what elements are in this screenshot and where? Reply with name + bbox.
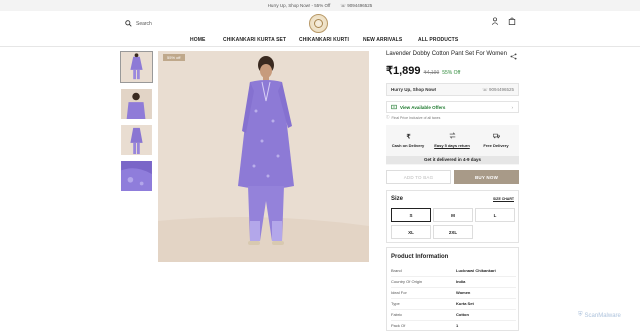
size-option-s[interactable]: S: [391, 208, 431, 222]
info-row: Type Kurta Set: [391, 299, 516, 310]
size-option-m[interactable]: M: [433, 208, 473, 222]
info-row: Pack Of 1: [391, 321, 516, 331]
feature-cod: ₹ Cash on Delivery: [391, 133, 425, 148]
search-icon: [125, 20, 132, 27]
thumbnail-3[interactable]: [120, 124, 153, 156]
nav-all-products[interactable]: ALL PRODUCTS: [418, 37, 458, 43]
info-row: Fabric Cotton: [391, 310, 516, 321]
hurry-text: Hurry Up, Shop Now!: [391, 87, 437, 92]
available-offers-toggle[interactable]: View Available Offers ›: [386, 101, 519, 113]
nav-chikankari-kurta-set[interactable]: CHIKANKARI KURTA SET: [223, 37, 286, 43]
info-row: Ideal For Women: [391, 288, 516, 299]
site-header: Search HOME CHIKANKARI KURTA SET CHIKANK…: [0, 11, 640, 46]
shield-icon: ⛨: [578, 312, 583, 318]
search-label: Search: [136, 20, 152, 27]
add-to-bag-button[interactable]: ADD TO BAG: [386, 170, 451, 184]
product-info-heading: Product Information: [391, 254, 449, 260]
svg-text:₹: ₹: [406, 133, 411, 139]
size-option-l[interactable]: L: [475, 208, 515, 222]
product-panel: Lavender Dobby Cotton Pant Set For Women…: [386, 51, 519, 331]
search-box[interactable]: Search: [125, 20, 152, 27]
size-heading: Size: [391, 196, 404, 202]
original-price: ₹4,199: [423, 70, 440, 76]
return-arrows-icon: [449, 132, 455, 139]
size-selector: Size SIZE CHART S M L XL 2XL: [386, 190, 519, 243]
user-icon[interactable]: [491, 17, 499, 25]
product-title: Lavender Dobby Cotton Pant Set For Women: [386, 51, 507, 57]
tax-note: ⓘ Final Price Inclusive of all taxes: [386, 115, 441, 120]
main-nav: HOME CHIKANKARI KURTA SET CHIKANKARI KUR…: [0, 35, 640, 45]
announcement-phone[interactable]: ☏ 9094496525: [340, 3, 372, 9]
nav-new-arrivals[interactable]: NEW ARRIVALS: [363, 37, 402, 43]
share-icon[interactable]: [510, 53, 517, 60]
announcement-text: Hurry Up, Shop Now! - 55% Off: [267, 3, 331, 8]
discount-badge: 55% off: [163, 54, 185, 61]
thumbnail-1[interactable]: [120, 51, 153, 83]
chevron-right-icon: ›: [511, 104, 514, 110]
hurry-phone[interactable]: ☏ 9094496525: [482, 87, 514, 93]
size-option-2xl[interactable]: 2XL: [433, 225, 473, 239]
main-product-image[interactable]: 55% off: [158, 51, 369, 262]
offers-label: View Available Offers: [400, 104, 446, 110]
info-row: Country Of Origin India: [391, 277, 516, 288]
discount-percent: 55% Off: [442, 70, 461, 76]
info-icon: ⓘ: [386, 115, 390, 119]
thumbnail-2[interactable]: [120, 88, 153, 120]
product-information: Product Information Brand Lucknawi Chikan…: [386, 247, 519, 331]
nav-chikankari-kurti[interactable]: CHIKANKARI KURTI: [299, 37, 349, 43]
buy-now-button[interactable]: BUY NOW: [454, 170, 519, 184]
model-figure: [158, 51, 369, 262]
rupee-icon: ₹: [406, 133, 411, 139]
size-chart-link[interactable]: SIZE CHART: [493, 197, 514, 201]
nav-home[interactable]: HOME: [190, 37, 205, 43]
feature-return[interactable]: Easy 5 days return: [430, 132, 474, 148]
delivery-estimate: Get it delivered in 4-9 days: [386, 156, 519, 164]
price-row: ₹1,899 ₹4,199 55% Off: [386, 64, 460, 77]
info-row: Brand Lucknawi Chikankari: [391, 266, 516, 277]
sale-price: ₹1,899: [386, 65, 421, 77]
offer-tag-icon: [391, 104, 397, 110]
brand-logo[interactable]: [309, 14, 328, 33]
cart-bag-icon[interactable]: [508, 17, 516, 25]
truck-icon: [492, 133, 500, 139]
header-divider: [0, 46, 640, 47]
hurry-banner: Hurry Up, Shop Now! ☏ 9094496525: [386, 83, 519, 96]
size-option-xl[interactable]: XL: [391, 225, 431, 239]
feature-free-delivery: Free Delivery: [474, 132, 518, 148]
announcement-bar: Hurry Up, Shop Now! - 55% Off ☏ 90944965…: [0, 0, 640, 11]
thumbnail-4[interactable]: [120, 160, 153, 192]
watermark: ⛨ ScanMalware: [578, 312, 621, 319]
